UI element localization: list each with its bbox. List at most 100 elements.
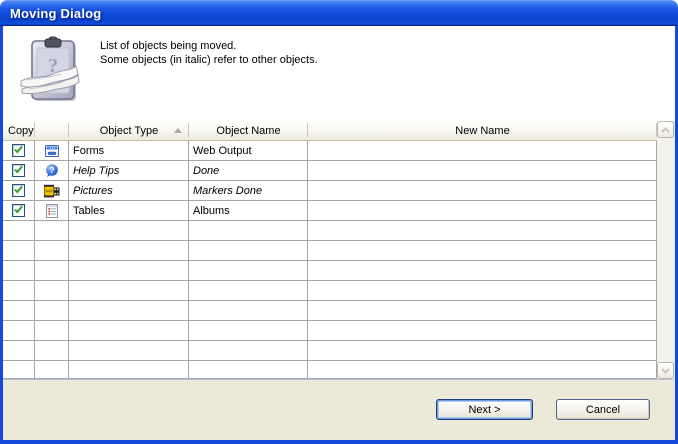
table-cell-type[interactable] (69, 301, 189, 321)
table-cell-type[interactable] (69, 241, 189, 261)
copy-checkbox[interactable] (12, 164, 25, 177)
table-cell-name[interactable]: Markers Done (189, 181, 308, 201)
table-cell-copy[interactable] (3, 361, 35, 378)
table-cell-icon[interactable] (35, 241, 69, 261)
table-cell-name[interactable] (189, 261, 308, 281)
column-header-type[interactable]: Object Type (69, 121, 189, 141)
table-cell-name[interactable] (189, 281, 308, 301)
table-cell-type[interactable] (69, 261, 189, 281)
table-cell-type[interactable]: Forms (69, 141, 189, 161)
column-header-label: Object Type (100, 125, 159, 137)
table-cell-icon[interactable] (35, 261, 69, 281)
table-cell-name[interactable]: Albums (189, 201, 308, 221)
table-row-empty[interactable] (3, 221, 657, 241)
table-cell-new_name[interactable] (308, 181, 657, 201)
table-row[interactable]: TablesAlbums (3, 201, 657, 221)
table-cell-type[interactable]: Help Tips (69, 161, 189, 181)
column-header-new_name[interactable]: New Name (308, 121, 657, 141)
table-cell-copy[interactable] (3, 301, 35, 321)
table-cell-name[interactable]: Web Output (189, 141, 308, 161)
table-cell-copy[interactable] (3, 161, 35, 181)
copy-checkbox[interactable] (12, 184, 25, 197)
table-row-empty[interactable] (3, 241, 657, 261)
info-panel: ? List of objects being moved. Some obje… (3, 26, 675, 121)
chevron-down-icon (660, 362, 671, 380)
table-row[interactable]: ?Help TipsDone (3, 161, 657, 181)
table-header: Copy Object Type Object Name New Name (3, 121, 657, 141)
table-cell-name[interactable] (189, 361, 308, 378)
table-cell-name[interactable] (189, 241, 308, 261)
table-cell-type[interactable] (69, 321, 189, 341)
table-cell-icon[interactable] (35, 301, 69, 321)
cancel-button[interactable]: Cancel (556, 399, 650, 420)
table-cell-type[interactable]: Pictures (69, 181, 189, 201)
table-cell-new_name[interactable] (308, 221, 657, 241)
scroll-up-button[interactable] (657, 121, 674, 138)
table-cell-new_name[interactable] (308, 141, 657, 161)
table-cell-icon[interactable]: ? (35, 161, 69, 181)
table-cell-copy[interactable] (3, 341, 35, 361)
table-cell-name[interactable] (189, 301, 308, 321)
table-row-empty[interactable] (3, 281, 657, 301)
column-header-label: Copy (8, 125, 34, 137)
scroll-down-button[interactable] (657, 362, 674, 379)
column-header-icon[interactable] (35, 121, 69, 141)
table-cell-copy[interactable] (3, 221, 35, 241)
table-row-empty[interactable] (3, 261, 657, 281)
table-cell-type[interactable]: Tables (69, 201, 189, 221)
table-cell-type[interactable] (69, 281, 189, 301)
table-cell-copy[interactable] (3, 281, 35, 301)
table-cell-name[interactable] (189, 341, 308, 361)
table-row-empty[interactable] (3, 301, 657, 321)
window-border-bottom (0, 440, 678, 444)
table-cell-new_name[interactable] (308, 161, 657, 181)
table-row-empty[interactable] (3, 321, 657, 341)
table-cell-copy[interactable] (3, 241, 35, 261)
table-cell-name[interactable]: Done (189, 161, 308, 181)
table-cell-new_name[interactable] (308, 341, 657, 361)
table-cell-type[interactable] (69, 221, 189, 241)
table-row[interactable]: Pictures Markers Done (3, 181, 657, 201)
table-cell-new_name[interactable] (308, 361, 657, 378)
table-cell-copy[interactable] (3, 261, 35, 281)
table-cell-icon[interactable] (35, 181, 69, 201)
button-panel: Next > Cancel (3, 380, 675, 440)
info-line-1: List of objects being moved. (100, 39, 318, 53)
table-cell-icon[interactable] (35, 341, 69, 361)
next-button[interactable]: Next > (436, 399, 533, 420)
table-cell-icon[interactable] (35, 141, 69, 161)
check-icon (13, 144, 24, 158)
info-text: List of objects being moved. Some object… (100, 39, 318, 67)
table-cell-new_name[interactable] (308, 321, 657, 341)
table-cell-copy[interactable] (3, 141, 35, 161)
cell-text: Pictures (73, 185, 113, 197)
table-cell-new_name[interactable] (308, 301, 657, 321)
table-cell-type[interactable] (69, 341, 189, 361)
vertical-scrollbar[interactable] (657, 121, 674, 379)
table-cell-type[interactable] (69, 361, 189, 378)
table-row[interactable]: Forms Web Output (3, 141, 657, 161)
table-cell-new_name[interactable] (308, 201, 657, 221)
table-cell-new_name[interactable] (308, 281, 657, 301)
table-cell-icon[interactable] (35, 201, 69, 221)
table-cell-name[interactable] (189, 321, 308, 341)
table-cell-icon[interactable] (35, 321, 69, 341)
table-cell-new_name[interactable] (308, 261, 657, 281)
copy-checkbox[interactable] (12, 144, 25, 157)
cell-text: Forms (73, 145, 104, 157)
titlebar[interactable]: Moving Dialog (0, 0, 678, 26)
table-row-empty[interactable] (3, 341, 657, 361)
column-header-name[interactable]: Object Name (189, 121, 308, 141)
table-cell-copy[interactable] (3, 181, 35, 201)
table-cell-name[interactable] (189, 221, 308, 241)
table-cell-icon[interactable] (35, 361, 69, 378)
table-row-empty[interactable] (3, 361, 657, 378)
table-cell-copy[interactable] (3, 321, 35, 341)
column-header-copy[interactable]: Copy (3, 121, 35, 141)
table-cell-icon[interactable] (35, 281, 69, 301)
table-cell-new_name[interactable] (308, 241, 657, 261)
table-cell-icon[interactable] (35, 221, 69, 241)
copy-checkbox[interactable] (12, 204, 25, 217)
table-cell-copy[interactable] (3, 201, 35, 221)
column-header-label: New Name (455, 125, 509, 137)
